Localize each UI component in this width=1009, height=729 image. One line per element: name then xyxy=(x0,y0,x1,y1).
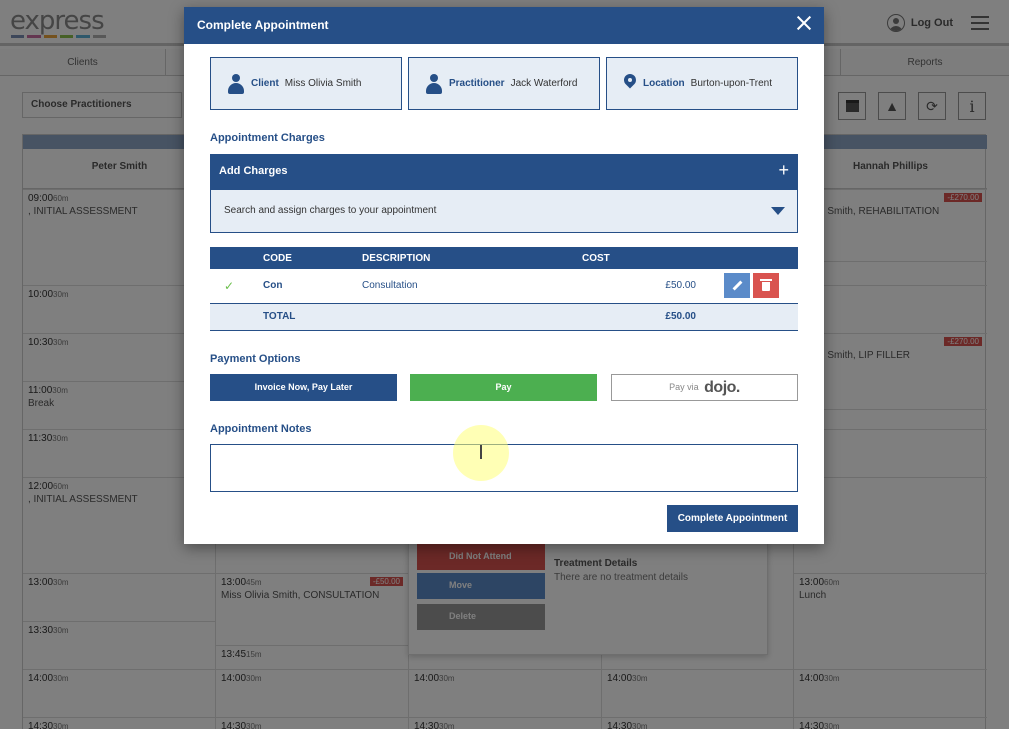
header-description: DESCRIPTION xyxy=(362,247,582,269)
client-key: Client xyxy=(251,78,279,89)
trash-icon xyxy=(760,279,772,292)
charge-search-select[interactable]: Search and assign charges to your appoin… xyxy=(210,190,798,233)
location-card: Location Burton-upon-Trent xyxy=(606,57,798,110)
practitioner-card: Practitioner Jack Waterford xyxy=(408,57,600,110)
add-charges-bar[interactable]: Add Charges + xyxy=(210,154,798,190)
plus-icon[interactable]: + xyxy=(778,160,789,181)
charges-table: CODE DESCRIPTION COST ✓ Con Consultation… xyxy=(210,247,798,331)
appointment-notes-title: Appointment Notes xyxy=(210,423,312,435)
total-row: TOTAL £50.00 xyxy=(210,303,798,331)
client-card: Client Miss Olivia Smith xyxy=(210,57,402,110)
row-code: Con xyxy=(263,269,362,304)
total-label: TOTAL xyxy=(263,303,362,331)
modal-header: Complete Appointment xyxy=(184,7,824,44)
row-description: Consultation xyxy=(362,269,582,304)
close-icon[interactable] xyxy=(796,15,812,31)
header-check xyxy=(210,247,263,269)
payment-options-title: Payment Options xyxy=(210,353,301,365)
check-icon: ✓ xyxy=(224,278,235,293)
appointment-charges-title: Appointment Charges xyxy=(210,132,325,144)
table-header-row: CODE DESCRIPTION COST xyxy=(210,247,798,269)
complete-appointment-button[interactable]: Complete Appointment xyxy=(667,505,798,532)
person-icon xyxy=(425,73,443,94)
total-value: £50.00 xyxy=(582,303,696,331)
complete-appointment-modal: Complete Appointment Client Miss Olivia … xyxy=(184,7,824,544)
modal-title: Complete Appointment xyxy=(197,18,329,32)
person-icon xyxy=(227,73,245,94)
practitioner-value: Jack Waterford xyxy=(510,78,578,89)
pencil-icon xyxy=(732,280,743,291)
pay-via-label: Pay via xyxy=(669,382,699,392)
location-value: Burton-upon-Trent xyxy=(690,78,773,89)
add-charges-label: Add Charges xyxy=(219,165,288,177)
edit-charge-button[interactable] xyxy=(724,273,750,299)
row-actions xyxy=(696,269,798,304)
invoice-now-pay-later-button[interactable]: Invoice Now, Pay Later xyxy=(210,374,397,401)
total-spacer xyxy=(210,303,263,331)
location-key: Location xyxy=(643,78,685,89)
total-spacer-desc xyxy=(362,303,582,331)
chevron-down-icon[interactable] xyxy=(771,207,785,215)
charge-search-placeholder: Search and assign charges to your appoin… xyxy=(224,205,437,216)
total-spacer-actions xyxy=(696,303,798,331)
row-check-cell: ✓ xyxy=(210,269,263,304)
header-actions xyxy=(696,247,798,269)
header-code: CODE xyxy=(263,247,362,269)
client-value: Miss Olivia Smith xyxy=(284,78,362,89)
dojo-logo: dojo. xyxy=(704,379,740,397)
pay-via-dojo-button[interactable]: Pay via dojo. xyxy=(611,374,798,401)
table-row: ✓ Con Consultation £50.00 xyxy=(210,269,798,304)
map-pin-icon xyxy=(623,74,637,94)
pay-button[interactable]: Pay xyxy=(410,374,597,401)
practitioner-key: Practitioner xyxy=(449,78,505,89)
appointment-notes-textarea[interactable] xyxy=(210,444,798,492)
header-cost: COST xyxy=(582,247,696,269)
row-cost: £50.00 xyxy=(582,269,696,304)
delete-charge-button[interactable] xyxy=(753,273,779,299)
